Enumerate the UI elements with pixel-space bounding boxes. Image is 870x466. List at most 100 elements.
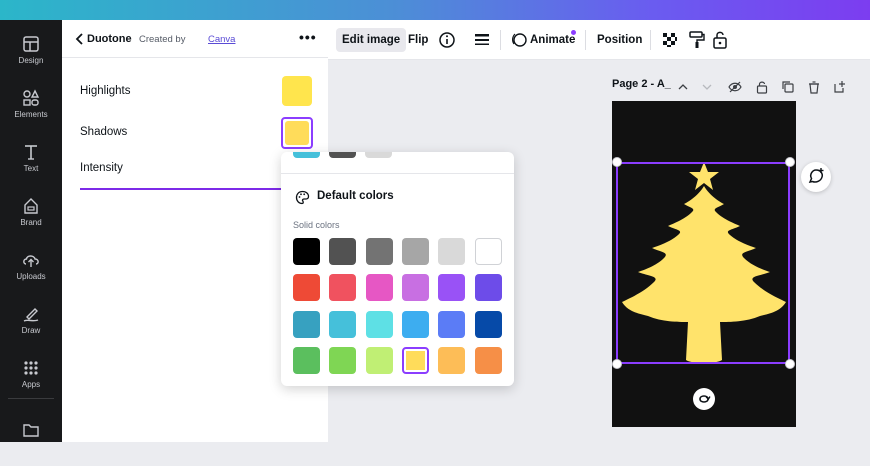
rail-item-draw[interactable]: Draw bbox=[0, 304, 62, 350]
color-swatch[interactable] bbox=[402, 274, 429, 301]
rail-divider bbox=[8, 398, 54, 399]
resize-handle[interactable] bbox=[612, 157, 622, 167]
selection-box[interactable] bbox=[616, 162, 790, 364]
add-page-icon[interactable] bbox=[833, 80, 847, 94]
folder-icon bbox=[23, 424, 39, 437]
color-swatch[interactable] bbox=[366, 274, 393, 301]
draw-icon bbox=[23, 308, 39, 322]
trash-icon[interactable] bbox=[807, 80, 821, 94]
highlights-color-swatch[interactable] bbox=[282, 76, 312, 106]
rail-item-elements[interactable]: Elements bbox=[0, 88, 62, 134]
color-swatch[interactable] bbox=[293, 347, 320, 374]
hide-page-icon[interactable] bbox=[728, 80, 742, 94]
rail-item-design[interactable]: Design bbox=[0, 34, 62, 80]
color-swatch[interactable] bbox=[475, 311, 502, 338]
toolbar-divider bbox=[585, 30, 586, 50]
intensity-label: Intensity bbox=[80, 162, 123, 174]
recent-color-swatch[interactable] bbox=[293, 152, 320, 158]
comment-button[interactable] bbox=[801, 162, 831, 192]
edit-image-button[interactable]: Edit image bbox=[336, 28, 407, 52]
color-swatch[interactable] bbox=[329, 311, 356, 338]
shapes-icon bbox=[23, 89, 40, 106]
text-icon bbox=[25, 145, 37, 160]
chevron-up-icon[interactable] bbox=[676, 80, 690, 94]
intensity-slider[interactable] bbox=[80, 188, 290, 190]
rotate-icon bbox=[699, 395, 711, 403]
rotate-handle[interactable] bbox=[693, 388, 715, 410]
top-gradient-bar bbox=[0, 0, 870, 20]
recent-colors-strip bbox=[281, 152, 514, 174]
shadows-swatch-fill bbox=[285, 121, 309, 145]
panel-title: Duotone bbox=[87, 33, 132, 45]
color-swatch[interactable] bbox=[293, 238, 320, 265]
color-swatch[interactable] bbox=[366, 238, 393, 265]
toolbar-divider bbox=[500, 30, 501, 50]
recent-color-swatch[interactable] bbox=[329, 152, 356, 158]
flip-button[interactable]: Flip bbox=[402, 28, 434, 52]
rail-label: Draw bbox=[21, 326, 41, 335]
layout-icon bbox=[23, 36, 39, 52]
rail-label: Design bbox=[18, 56, 44, 65]
transparency-icon[interactable] bbox=[661, 31, 679, 49]
info-icon[interactable] bbox=[438, 31, 456, 49]
color-swatch[interactable] bbox=[402, 347, 429, 374]
color-swatch[interactable] bbox=[438, 274, 465, 301]
color-swatch[interactable] bbox=[293, 274, 320, 301]
color-picker-popup: Default colors Solid colors bbox=[281, 152, 514, 386]
rail-label: Uploads bbox=[16, 272, 46, 281]
rail-label: Elements bbox=[14, 110, 48, 119]
lock-page-icon[interactable] bbox=[755, 80, 769, 94]
rail-item-projects[interactable] bbox=[0, 420, 62, 466]
duplicate-page-icon[interactable] bbox=[781, 80, 795, 94]
color-swatch[interactable] bbox=[475, 238, 502, 265]
apps-grid-icon bbox=[24, 361, 38, 375]
rail-item-text[interactable]: Text bbox=[0, 142, 62, 188]
rail-label: Brand bbox=[20, 218, 42, 227]
sidebar-rail: Design Elements Text Brand Uploads Draw … bbox=[0, 20, 62, 442]
creator-link[interactable]: Canva bbox=[208, 34, 235, 45]
lock-icon[interactable] bbox=[711, 30, 729, 50]
color-swatch[interactable] bbox=[366, 347, 393, 374]
color-swatch[interactable] bbox=[329, 274, 356, 301]
position-button[interactable]: Position bbox=[591, 28, 648, 52]
color-swatch[interactable] bbox=[293, 311, 320, 338]
resize-handle[interactable] bbox=[785, 157, 795, 167]
created-by-label: Created by bbox=[139, 34, 186, 45]
color-swatch[interactable] bbox=[329, 347, 356, 374]
stroke-weight-icon[interactable] bbox=[473, 31, 491, 49]
rail-item-brand[interactable]: Brand bbox=[0, 196, 62, 242]
resize-handle[interactable] bbox=[612, 359, 622, 369]
cloud-upload-icon bbox=[23, 255, 39, 267]
shadows-label: Shadows bbox=[80, 126, 128, 138]
shadows-color-swatch[interactable] bbox=[281, 117, 313, 149]
color-swatch[interactable] bbox=[475, 347, 502, 374]
color-swatch[interactable] bbox=[438, 311, 465, 338]
toolbar-divider bbox=[650, 30, 651, 50]
chevron-down-icon[interactable] bbox=[700, 80, 714, 94]
color-swatch[interactable] bbox=[438, 347, 465, 374]
palette-icon bbox=[295, 190, 310, 205]
rail-label: Apps bbox=[21, 380, 41, 389]
add-comment-icon bbox=[808, 168, 824, 184]
resize-handle[interactable] bbox=[785, 359, 795, 369]
rail-item-uploads[interactable]: Uploads bbox=[0, 250, 62, 296]
chevron-left-icon[interactable] bbox=[74, 32, 86, 46]
color-swatch[interactable] bbox=[402, 238, 429, 265]
panel-header: Duotone Created by Canva ••• bbox=[62, 20, 328, 58]
color-swatch[interactable] bbox=[402, 311, 429, 338]
color-swatch[interactable] bbox=[366, 311, 393, 338]
brand-icon bbox=[24, 198, 38, 214]
editor-toolbar: Edit image Flip Animate Position bbox=[328, 20, 870, 60]
color-swatch[interactable] bbox=[438, 238, 465, 265]
animate-new-dot bbox=[571, 30, 576, 35]
recent-color-swatch[interactable] bbox=[365, 152, 392, 158]
solid-colors-label: Solid colors bbox=[293, 220, 340, 230]
color-swatch[interactable] bbox=[475, 274, 502, 301]
paint-roller-icon[interactable] bbox=[688, 30, 706, 50]
rail-label: Text bbox=[23, 164, 39, 173]
page-title[interactable]: Page 2 - A_ bbox=[612, 78, 671, 98]
default-colors-title: Default colors bbox=[317, 190, 394, 202]
color-swatch[interactable] bbox=[329, 238, 356, 265]
highlights-label: Highlights bbox=[80, 85, 131, 97]
more-options-icon[interactable]: ••• bbox=[299, 29, 317, 45]
